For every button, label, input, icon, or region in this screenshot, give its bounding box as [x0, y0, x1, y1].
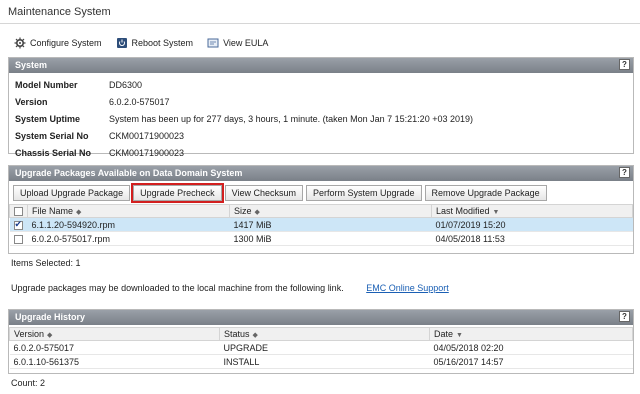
status-cell: UPGRADE: [219, 340, 430, 355]
select-all-checkbox[interactable]: [14, 207, 23, 217]
remove-upgrade-package-button[interactable]: Remove Upgrade Package: [424, 185, 547, 201]
info-value: DD6300: [109, 79, 143, 90]
row-checkbox-cell[interactable]: [9, 231, 28, 246]
status-header-label: Status: [224, 329, 250, 339]
file-name-header-label: File Name: [32, 206, 74, 216]
system-row: Chassis Serial No CKM00171900023: [11, 145, 477, 160]
info-value: System has been up for 277 days, 3 hours…: [109, 113, 473, 124]
info-label: Chassis Serial No: [15, 147, 92, 158]
row-checkbox[interactable]: [13, 219, 23, 230]
table-row[interactable]: 6.0.2.0-575017 UPGRADE 04/05/2018 02:20: [9, 340, 633, 355]
size-cell: 1300 MiB: [229, 231, 432, 246]
sort-desc-icon: ▼: [456, 332, 463, 339]
table-row[interactable]: 6.1.1.20-594920.rpm 1417 MiB 01/07/2019 …: [9, 217, 633, 232]
version-cell: 6.0.2.0-575017: [9, 340, 220, 355]
gear-icon: [14, 37, 26, 49]
system-row: System Serial No CKM00171900023: [11, 128, 477, 143]
info-label: Model Number: [15, 79, 78, 90]
system-info-table: Model Number DD6300 Version 6.0.2.0-575017…: [9, 75, 479, 162]
sort-desc-icon: ▼: [492, 209, 500, 216]
help-icon[interactable]: ?: [619, 167, 630, 178]
system-row: Model Number DD6300: [11, 77, 477, 92]
upgrade-precheck-button[interactable]: Upgrade Precheck: [131, 183, 224, 203]
download-text: Upgrade packages may be downloaded to th…: [11, 283, 344, 293]
download-info: Upgrade packages may be downloaded to th…: [11, 283, 449, 293]
info-label: System Uptime: [15, 113, 81, 124]
upgrade-history-table: Version ◆ Status ◆ Date ▼ 6.0.2.0-575017 UP…: [9, 327, 633, 369]
version-cell: 6.0.1.10-561375: [9, 354, 220, 369]
upgrade-panel-title: Upgrade Packages Available on Data Domai…: [15, 168, 243, 178]
date-cell: 04/05/2018 02:20: [429, 340, 633, 355]
last-modified-cell: 04/05/2018 11:53: [431, 231, 633, 246]
info-value: CKM00171900023: [109, 147, 185, 158]
table-header: Version ◆ Status ◆ Date ▼: [9, 327, 633, 341]
upgrade-packages-panel: Upgrade Packages Available on Data Domai…: [8, 165, 634, 254]
version-column[interactable]: Version ◆: [9, 327, 220, 341]
toolbar: Configure System Reboot System View EULA: [14, 35, 268, 51]
system-panel-header: System ?: [9, 58, 633, 73]
version-header-label: Version: [14, 329, 45, 339]
document-icon: [207, 38, 219, 48]
emc-online-support-link[interactable]: EMC Online Support: [366, 283, 449, 293]
file-name-column[interactable]: File Name ◆: [27, 204, 230, 218]
status-cell: INSTALL: [219, 354, 430, 369]
reboot-system-button[interactable]: Reboot System: [116, 37, 194, 49]
sort-icon: ◆: [47, 332, 53, 339]
view-checksum-button[interactable]: View Checksum: [224, 185, 303, 201]
history-count: Count: 2: [11, 378, 46, 388]
select-all-header[interactable]: [9, 204, 28, 218]
sort-icon: ◆: [76, 209, 82, 216]
upgrade-packages-table: File Name◆ Size◆ Last Modified▼ 6.1.1.20…: [9, 204, 633, 246]
view-eula-button[interactable]: View EULA: [207, 37, 268, 49]
sort-icon: ◆: [254, 209, 260, 216]
table-row[interactable]: 6.0.1.10-561375 INSTALL 05/16/2017 14:57: [9, 354, 633, 369]
configure-system-button[interactable]: Configure System: [14, 37, 102, 49]
row-checkbox-cell[interactable]: [9, 217, 28, 232]
last-modified-header-label: Last Modified: [436, 206, 490, 216]
upgrade-panel-header: Upgrade Packages Available on Data Domai…: [9, 166, 633, 181]
reboot-icon: [116, 38, 127, 48]
info-value: 6.0.2.0-575017: [109, 96, 170, 107]
info-label: Version: [15, 96, 48, 107]
date-header-label: Date: [434, 329, 454, 339]
configure-system-label: Configure System: [30, 38, 102, 48]
date-column[interactable]: Date ▼: [429, 327, 633, 341]
system-row: System Uptime System has been up for 277 …: [11, 111, 477, 126]
history-panel-header: Upgrade History ?: [9, 310, 633, 325]
last-modified-column[interactable]: Last Modified ▼: [431, 204, 633, 218]
table-header: File Name ◆ Size ◆ Last Modified ▼: [9, 204, 633, 218]
table-row[interactable]: 6.0.2.0-575017.rpm 1300 MiB 04/05/2018 1…: [9, 231, 633, 246]
info-label: System Serial No: [15, 130, 89, 141]
upgrade-button-row: Upload Upgrade Package Upgrade Precheck …: [9, 181, 633, 204]
system-row: Version 6.0.2.0-575017: [11, 94, 477, 109]
status-column[interactable]: Status ◆: [219, 327, 430, 341]
perform-system-upgrade-button[interactable]: Perform System Upgrade: [305, 185, 422, 201]
history-panel-title: Upgrade History: [15, 312, 86, 322]
upload-upgrade-package-button[interactable]: Upload Upgrade Package: [13, 185, 131, 201]
system-panel-title: System: [15, 60, 48, 70]
items-selected-count: Items Selected: 1: [11, 258, 81, 268]
help-icon[interactable]: ?: [619, 311, 630, 322]
file-name-cell: 6.1.1.20-594920.rpm: [27, 217, 230, 232]
reboot-system-label: Reboot System: [131, 38, 194, 48]
help-icon[interactable]: ?: [619, 59, 630, 70]
upgrade-history-panel: Upgrade History ? Version ◆ Status ◆ Date ▼…: [8, 309, 634, 374]
size-column[interactable]: Size ◆: [229, 204, 432, 218]
date-cell: 05/16/2017 14:57: [429, 354, 633, 369]
sort-icon: ◆: [252, 332, 258, 339]
window-title: Maintenance System: [0, 0, 640, 24]
system-panel: System ? Model Number DD6300 Version 6.0.2…: [8, 57, 634, 158]
file-name-cell: 6.0.2.0-575017.rpm: [27, 231, 230, 246]
view-eula-label: View EULA: [223, 38, 269, 48]
last-modified-cell: 01/07/2019 15:20: [431, 217, 633, 232]
info-value: CKM00171900023: [109, 130, 185, 141]
row-checkbox[interactable]: [13, 234, 23, 244]
size-cell: 1417 MiB: [229, 217, 432, 232]
size-header-label: Size: [234, 206, 252, 216]
